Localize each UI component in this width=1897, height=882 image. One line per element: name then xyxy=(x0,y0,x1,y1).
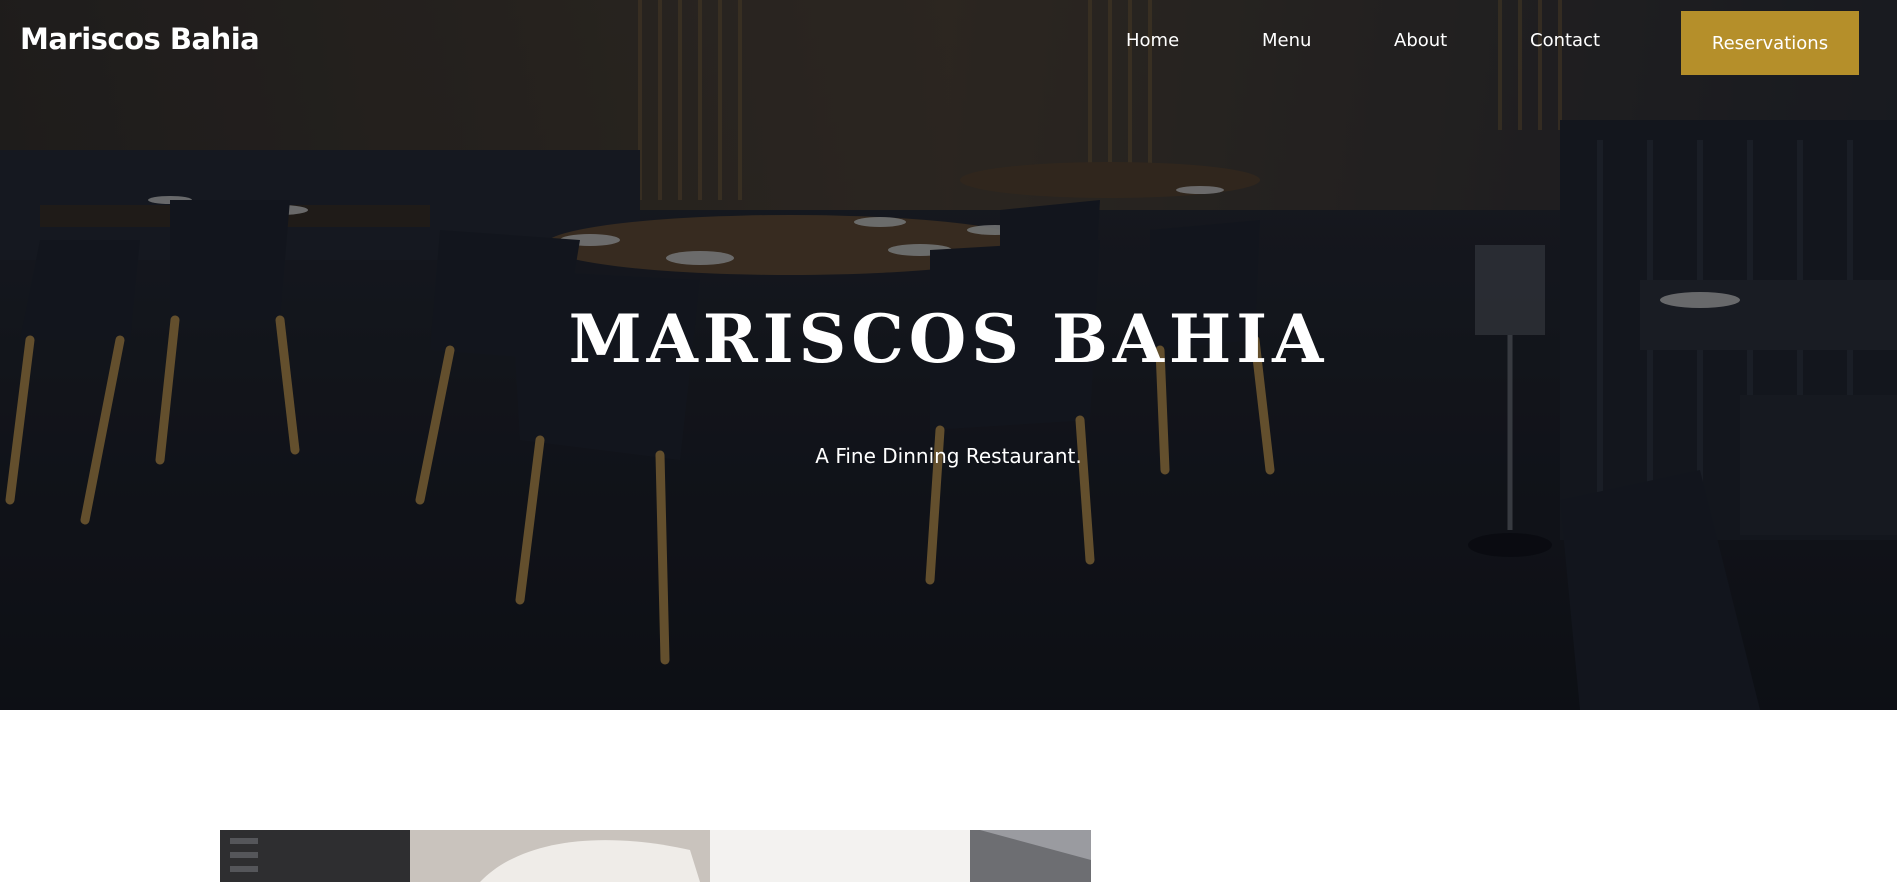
nav-link-home[interactable]: Home xyxy=(1126,30,1179,51)
top-navigation: Mariscos Bahia Home Menu About Contact R… xyxy=(0,0,1897,86)
reservations-button[interactable]: Reservations xyxy=(1681,11,1859,75)
hero-title: MARISCOS BAHIA xyxy=(568,300,1329,378)
nav-link-about[interactable]: About xyxy=(1394,30,1447,51)
nav-link-menu[interactable]: Menu xyxy=(1262,30,1311,51)
hero-section: Mariscos Bahia Home Menu About Contact R… xyxy=(0,0,1897,710)
nav-links: Home Menu About Contact xyxy=(0,30,1897,60)
hero-subtitle: A Fine Dinning Restaurant. xyxy=(815,444,1082,468)
chef-photo xyxy=(220,830,1091,882)
nav-link-contact[interactable]: Contact xyxy=(1530,30,1600,51)
